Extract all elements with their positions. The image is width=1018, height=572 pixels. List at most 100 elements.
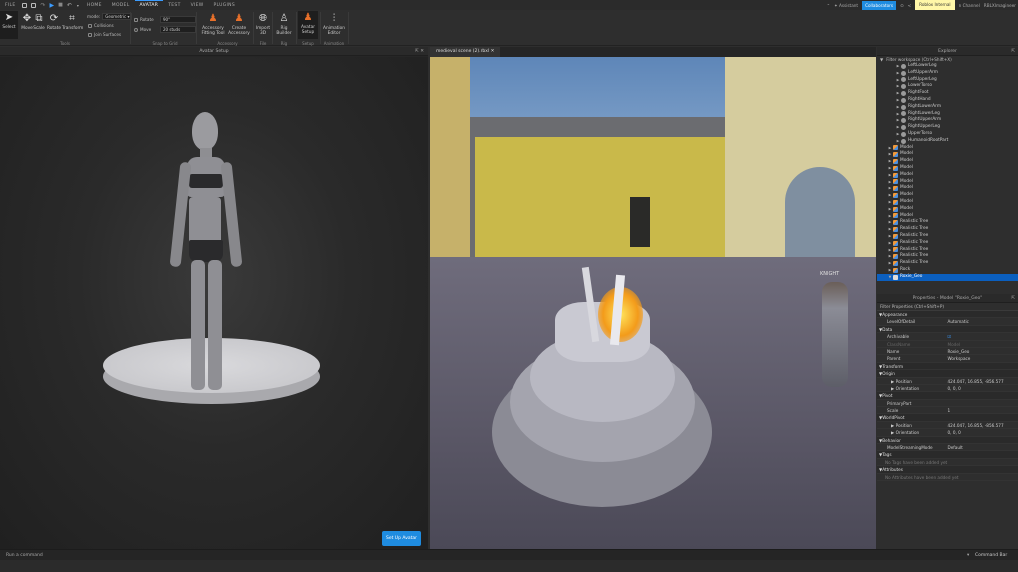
explorer-item[interactable]: ▶ Model xyxy=(877,199,1018,206)
undock-icon[interactable]: ⇱ xyxy=(1011,294,1015,303)
tab-avatar[interactable]: AVATAR xyxy=(134,0,164,10)
property-category[interactable]: ▼ WorldPivot xyxy=(877,414,1018,422)
property-value[interactable]: Roxie_Geo xyxy=(948,348,1018,354)
property-row[interactable]: No Tags have been added yet xyxy=(877,459,1018,467)
explorer-item[interactable]: ▶ Realistic Tree xyxy=(877,253,1018,260)
property-value[interactable]: 424.047, 16.855, -856.577 xyxy=(948,422,1018,428)
rotate-snap-checkbox[interactable] xyxy=(134,17,138,22)
animation-editor-button[interactable]: ⫶ Animation Editor xyxy=(322,12,346,37)
property-row[interactable]: Name Roxie_Geo xyxy=(877,348,1018,356)
stop-icon[interactable]: ■ xyxy=(58,2,63,8)
move-snap-input[interactable]: 20 studs xyxy=(160,26,196,33)
redo-icon[interactable]: ↷ xyxy=(40,2,45,9)
explorer-item[interactable]: ▶ Model xyxy=(877,179,1018,186)
explorer-item[interactable]: ▶ Realistic Tree xyxy=(877,219,1018,226)
property-value[interactable]: Model xyxy=(948,341,1018,347)
create-accessory-button[interactable]: ♟ Create Accessory xyxy=(228,12,250,37)
property-row[interactable]: Parent Workspace xyxy=(877,355,1018,363)
explorer-item[interactable]: ▶ RightUpperLeg xyxy=(877,124,1018,131)
property-row[interactable]: ClassName Model xyxy=(877,341,1018,348)
property-value[interactable]: 424.047, 16.855, -856.577 xyxy=(948,378,1018,384)
explorer-item[interactable]: ▶ RightLowerLeg xyxy=(877,111,1018,118)
close-icon[interactable]: ⇱ ✕ xyxy=(415,47,424,56)
settings-icon[interactable]: ⊙ xyxy=(900,3,904,8)
property-row[interactable]: LevelOfDetail Automatic xyxy=(877,318,1018,326)
file-menu[interactable]: FILE xyxy=(0,3,20,8)
explorer-item[interactable]: ▶ Model xyxy=(877,206,1018,213)
property-value[interactable] xyxy=(948,400,1018,406)
explorer-item[interactable]: ▶ Model xyxy=(877,172,1018,179)
explorer-item[interactable]: ▶ LeftUpperLeg xyxy=(877,77,1018,84)
property-row[interactable]: ▶ Orientation 0, 0, 0 xyxy=(877,385,1018,393)
rotate-snap-input[interactable]: 90° xyxy=(160,16,196,23)
property-value[interactable]: 0, 0, 0 xyxy=(948,429,1018,435)
property-category[interactable]: ▼ Appearance xyxy=(877,311,1018,319)
explorer-item[interactable]: ▶ RightLowerArm xyxy=(877,104,1018,111)
explorer-item[interactable]: ▶ Realistic Tree xyxy=(877,233,1018,240)
property-row[interactable]: PrimaryPart xyxy=(877,400,1018,408)
explorer-item[interactable]: ▶ Model xyxy=(877,185,1018,192)
knight-character[interactable] xyxy=(822,282,848,387)
property-row[interactable]: Scale 1 xyxy=(877,407,1018,415)
save-icon[interactable] xyxy=(31,2,37,8)
property-row[interactable]: ▶ Position 424.047, 16.855, -856.577 xyxy=(877,422,1018,430)
property-row[interactable]: ▶ Position 424.047, 16.855, -856.577 xyxy=(877,378,1018,385)
close-tab-icon[interactable]: ✕ xyxy=(491,49,495,54)
explorer-filter[interactable]: ▼ Filter workspace (Ctrl+Shift+X) xyxy=(877,56,1018,63)
properties-filter[interactable]: Filter Properties (Ctrl+Shift+P) xyxy=(877,303,1018,311)
property-category[interactable]: ▼ Attributes xyxy=(877,466,1018,474)
explorer-item[interactable]: ▶ HumanoidRootPart xyxy=(877,138,1018,145)
property-value[interactable]: Automatic xyxy=(948,318,1018,324)
explorer-item[interactable]: ▶ RightFoot xyxy=(877,90,1018,97)
join-surfaces-checkbox[interactable]: Join Surfaces xyxy=(88,32,121,37)
tab-model[interactable]: MODEL xyxy=(107,3,135,8)
import-3d-button[interactable]: 🌐︎ Import 3D xyxy=(254,12,272,37)
rig-builder-button[interactable]: ♙ Rig Builder xyxy=(274,12,294,37)
property-category[interactable]: ▼ Pivot xyxy=(877,392,1018,400)
property-value[interactable]: 1 xyxy=(948,407,1018,413)
property-value[interactable]: ☑ xyxy=(948,333,1018,339)
explorer-item[interactable]: ▶ Model xyxy=(877,213,1018,220)
new-file-icon[interactable] xyxy=(22,2,28,8)
property-category[interactable]: ▼ Origin xyxy=(877,370,1018,378)
property-category[interactable]: ▼ Behavior xyxy=(877,436,1018,445)
explorer-item[interactable]: ▶ Realistic Tree xyxy=(877,247,1018,254)
explorer-item[interactable]: ▶ LowerTorso xyxy=(877,83,1018,90)
explorer-item[interactable]: ▶ LeftUpperArm xyxy=(877,70,1018,77)
explorer-item[interactable]: ▶ Model xyxy=(877,151,1018,158)
move-snap-checkbox[interactable] xyxy=(134,27,138,32)
rotate-tool[interactable]: ⟳ Rotate xyxy=(44,12,64,32)
tab-test[interactable]: TEST xyxy=(163,3,185,8)
explorer-item[interactable]: ▶ RightHand xyxy=(877,97,1018,104)
explorer-item[interactable]: ▶ RightUpperArm xyxy=(877,117,1018,124)
explorer-item[interactable]: ▶ Model xyxy=(877,158,1018,165)
transform-tool[interactable]: ⌗ Transform xyxy=(62,12,83,32)
3d-viewport[interactable]: KNIGHT xyxy=(430,57,876,549)
tab-view[interactable]: VIEW xyxy=(186,3,209,8)
explorer-item[interactable]: ▶ Realistic Tree xyxy=(877,226,1018,233)
chevron-down-icon[interactable]: ▾ xyxy=(77,3,79,8)
undo-icon[interactable]: ↶ xyxy=(67,2,72,9)
collapse-ribbon-icon[interactable]: ⌃ xyxy=(827,3,831,8)
property-value[interactable]: Default xyxy=(948,444,1018,450)
collaborators-button[interactable]: Collaborators xyxy=(862,0,897,10)
command-input[interactable]: Run a command xyxy=(0,553,43,558)
user-name[interactable]: RBLXImagineer xyxy=(984,3,1016,8)
tab-medieval-scene[interactable]: medieval scene (2).rbxl ✕ xyxy=(430,47,501,57)
property-row[interactable]: ▶ Orientation 0, 0, 0 xyxy=(877,429,1018,437)
explorer-item[interactable]: ▶ LeftLowerLeg xyxy=(877,63,1018,70)
share-icon[interactable]: ≺ xyxy=(908,3,912,8)
property-row[interactable]: No Attributes have been added yet xyxy=(877,474,1018,481)
tab-plugins[interactable]: PLUGINS xyxy=(209,3,240,8)
explorer-item[interactable]: ▶ Model xyxy=(877,165,1018,172)
property-value[interactable]: 0, 0, 0 xyxy=(948,385,1018,391)
property-category[interactable]: ▼ Transform xyxy=(877,362,1018,371)
property-value[interactable]: Workspace xyxy=(948,355,1018,361)
explorer-item[interactable]: ▶ Realistic Tree xyxy=(877,240,1018,247)
select-tool[interactable]: ➤ Select xyxy=(0,11,18,39)
explorer-item[interactable]: ▶ Realistic Tree xyxy=(877,260,1018,267)
set-up-avatar-button[interactable]: Set Up Avatar xyxy=(381,531,421,546)
property-row[interactable]: Archivable ☑ xyxy=(877,333,1018,341)
collisions-checkbox[interactable]: Collisions xyxy=(88,23,114,28)
assistant-button[interactable]: ✦ Assistant xyxy=(834,3,858,8)
